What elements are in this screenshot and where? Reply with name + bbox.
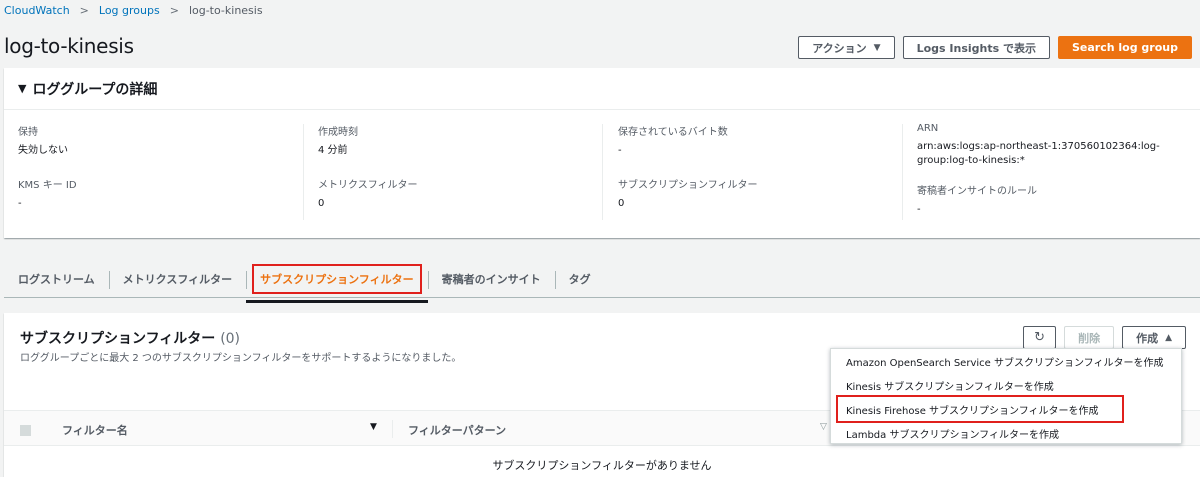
column-divider <box>303 124 304 220</box>
tab-log-streams[interactable]: ログストリーム <box>4 268 109 290</box>
breadcrumb-cloudwatch-link[interactable]: CloudWatch <box>4 4 70 17</box>
arn-label: ARN <box>917 123 939 134</box>
column-divider <box>902 124 903 220</box>
arn-value-line1: arn:aws:logs:ap-northeast-1:370560102364… <box>917 141 1160 152</box>
kms-label: KMS キー ID <box>18 180 77 191</box>
details-heading: ロググループの詳細 <box>32 81 158 98</box>
subscription-filters-label: サブスクリプションフィルター <box>618 180 758 191</box>
subscription-filters-value: 0 <box>618 198 625 209</box>
details-col-4: ARN arn:aws:logs:ap-northeast-1:37056010… <box>917 123 1160 217</box>
kms-value: - <box>18 198 22 209</box>
caret-up-icon: ▲ <box>1165 332 1172 343</box>
column-divider <box>602 124 603 220</box>
panel-count: (0) <box>220 331 241 347</box>
tab-subscription-filters[interactable]: サブスクリプションフィルター <box>246 263 429 303</box>
tab-contributor-insights[interactable]: 寄稿者のインサイト <box>427 268 555 290</box>
contributor-label: 寄稿者インサイトのルール <box>917 186 1037 197</box>
menu-item-create-kinesis[interactable]: Kinesis サブスクリプションフィルターを作成 <box>846 378 1054 393</box>
metric-filters-value: 0 <box>318 198 325 209</box>
column-header-filter-name[interactable]: フィルター名 <box>62 422 128 438</box>
log-group-details-panel: ▼ ロググループの詳細 保持 失効しない KMS キー ID - 作成時刻 4 … <box>4 68 1200 238</box>
refresh-button[interactable]: ↻ <box>1023 326 1057 349</box>
sort-icon[interactable]: ▽ <box>820 422 827 432</box>
tab-metric-filters[interactable]: メトリクスフィルター <box>108 268 246 290</box>
created-value: 4 分前 <box>318 145 348 156</box>
caret-down-icon: ▼ <box>873 42 881 53</box>
breadcrumb-log-groups-link[interactable]: Log groups <box>99 4 160 17</box>
sort-down-icon[interactable]: ▼ <box>370 422 377 432</box>
breadcrumb: CloudWatch > Log groups > log-to-kinesis <box>4 2 263 18</box>
actions-button-label: アクション <box>812 41 867 55</box>
search-log-group-button[interactable]: Search log group <box>1057 36 1192 59</box>
created-label: 作成時刻 <box>318 127 358 138</box>
tab-subscription-filters-label: サブスクリプションフィルター <box>252 263 422 294</box>
panel-actions: ↻ 削除 作成 ▲ <box>1023 326 1186 349</box>
menu-item-create-opensearch[interactable]: Amazon OpenSearch Service サブスクリプションフィルター… <box>846 354 1163 369</box>
column-divider <box>392 420 393 438</box>
create-button-label: 作成 <box>1136 331 1159 345</box>
refresh-icon: ↻ <box>1034 330 1046 345</box>
tab-bar: ログストリーム メトリクスフィルター サブスクリプションフィルター 寄稿者のイン… <box>4 260 1200 303</box>
chevron-right-icon: > <box>79 3 89 17</box>
column-header-filter-pattern[interactable]: フィルターパターン <box>408 422 506 438</box>
metric-filters-label: メトリクスフィルター <box>318 180 418 191</box>
panel-title: サブスクリプションフィルター (0) <box>20 328 240 348</box>
details-col-3: 保存されているバイト数 - サブスクリプションフィルター 0 <box>618 123 758 211</box>
header-actions: アクション ▼ Logs Insights で表示 Search log gro… <box>798 36 1192 59</box>
caret-down-icon: ▼ <box>18 82 27 95</box>
details-col-1: 保持 失効しない KMS キー ID - <box>18 123 77 211</box>
breadcrumb-current: log-to-kinesis <box>188 3 263 17</box>
stored-bytes-value: - <box>618 145 622 156</box>
page-title: log-to-kinesis <box>4 34 134 58</box>
menu-item-create-lambda[interactable]: Lambda サブスクリプションフィルターを作成 <box>846 426 1059 441</box>
create-dropdown-menu: Amazon OpenSearch Service サブスクリプションフィルター… <box>830 348 1182 444</box>
panel-title-text: サブスクリプションフィルター <box>20 331 216 347</box>
stored-bytes-label: 保存されているバイト数 <box>618 127 728 138</box>
retention-value: 失効しない <box>18 145 68 156</box>
delete-button[interactable]: 削除 <box>1064 326 1115 349</box>
actions-dropdown-button[interactable]: アクション ▼ <box>798 36 895 59</box>
empty-state-text: サブスクリプションフィルターがありません <box>492 459 712 472</box>
logs-insights-button[interactable]: Logs Insights で表示 <box>902 36 1050 59</box>
create-dropdown-button[interactable]: 作成 ▲ <box>1122 326 1186 349</box>
menu-item-create-kinesis-firehose[interactable]: Kinesis Firehose サブスクリプションフィルターを作成 <box>846 402 1099 417</box>
chevron-right-icon: > <box>169 3 179 17</box>
details-header[interactable]: ▼ ロググループの詳細 <box>4 68 1200 110</box>
panel-description: ロググループごとに最大 2 つのサブスクリプションフィルターをサポートするように… <box>20 353 462 364</box>
arn-value-line2: group:log-to-kinesis:* <box>917 155 1025 166</box>
retention-label: 保持 <box>18 127 38 138</box>
details-col-2: 作成時刻 4 分前 メトリクスフィルター 0 <box>318 123 418 211</box>
contributor-value: - <box>917 204 921 215</box>
tab-tags[interactable]: タグ <box>554 268 605 290</box>
select-all-checkbox[interactable] <box>20 425 31 436</box>
